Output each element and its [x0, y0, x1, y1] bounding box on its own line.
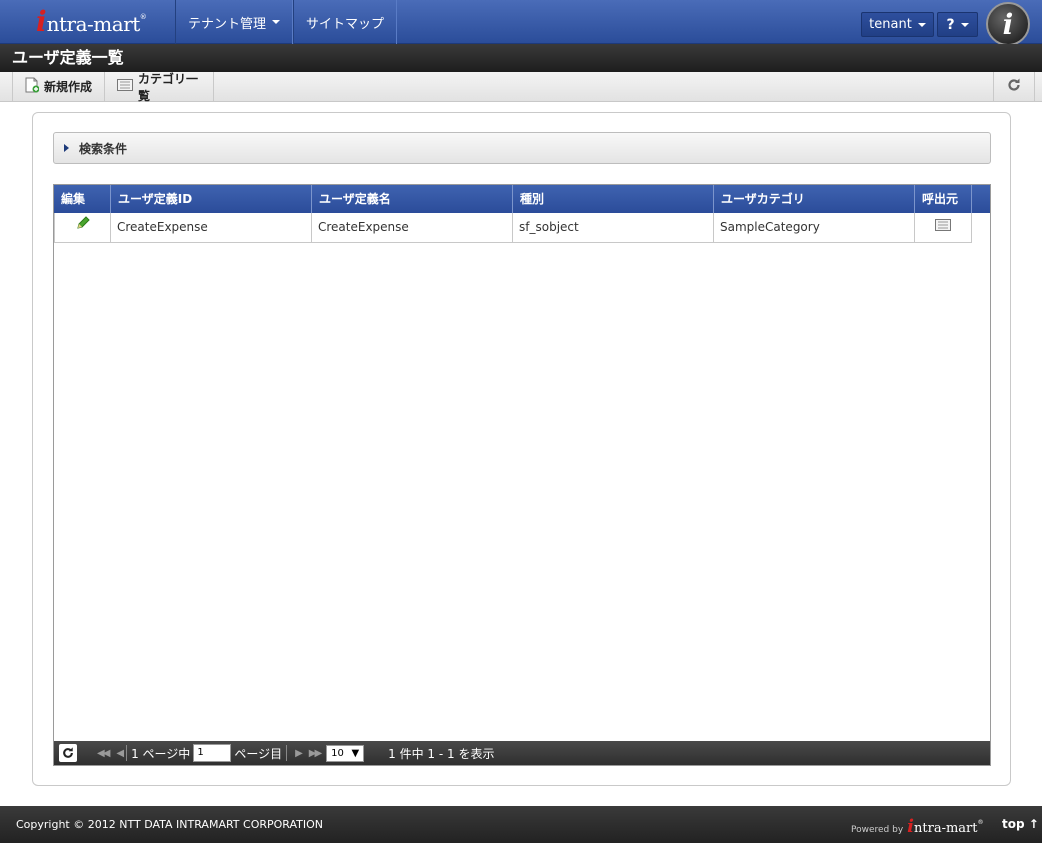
- help-label: ?: [946, 16, 955, 33]
- column-header-category[interactable]: ユーザカテゴリ: [714, 185, 915, 213]
- chevron-down-icon: [917, 22, 926, 27]
- column-header-name[interactable]: ユーザ定義名: [312, 185, 513, 213]
- user-avatar-icon[interactable]: i: [986, 2, 1030, 46]
- pencil-icon[interactable]: [75, 213, 91, 242]
- powered-by-logo: Powered by i ntra-mart ®: [851, 816, 984, 837]
- refresh-icon: [1007, 78, 1021, 95]
- grid-header: 編集 ユーザ定義ID ユーザ定義名 種別 ユーザカテゴリ 呼出元: [54, 185, 990, 213]
- tenant-menu-button[interactable]: tenant: [861, 12, 934, 37]
- cell-name: CreateExpense: [312, 213, 513, 242]
- back-to-top-link[interactable]: top ↑: [1002, 817, 1039, 831]
- help-menu-button[interactable]: ?: [937, 12, 978, 37]
- footer: Copyright © 2012 NTT DATA INTRAMART CORP…: [0, 806, 1042, 843]
- column-header-id[interactable]: ユーザ定義ID: [111, 185, 312, 213]
- table-row[interactable]: CreateExpense CreateExpense sf_sobject S…: [54, 213, 972, 243]
- caller-cell[interactable]: [915, 213, 972, 242]
- column-header-type[interactable]: 種別: [513, 185, 714, 213]
- new-button-label: 新規作成: [44, 80, 93, 94]
- intra-mart-logo[interactable]: i ntra-mart ®: [36, 7, 147, 37]
- edit-cell[interactable]: [54, 213, 111, 242]
- nav-tenant-admin[interactable]: テナント管理: [175, 0, 294, 44]
- logo-text: ntra-mart: [46, 12, 141, 36]
- pager-refresh-button[interactable]: [59, 744, 77, 762]
- page-prefix: 1 ページ中: [131, 746, 191, 761]
- list-icon[interactable]: [935, 213, 951, 242]
- record-count: 1 件中 1 - 1 を表示: [388, 746, 495, 761]
- grid-pager: ◀◀ ◀ 1 ページ中 1 ページ目 ▶ ▶▶ 10 ▼ 1 件中 1 - 1 …: [54, 741, 990, 765]
- logo-i: i: [36, 5, 47, 38]
- top-header: i ntra-mart ® テナント管理 サイトマップ tenant ? i: [0, 0, 1042, 46]
- page-number-input[interactable]: 1: [193, 744, 232, 762]
- search-conditions-label: 検索条件: [79, 141, 128, 156]
- new-document-icon: [25, 77, 40, 96]
- global-nav: テナント管理 サイトマップ: [175, 0, 398, 44]
- pager-separator: [286, 745, 288, 761]
- cell-id: CreateExpense: [111, 213, 312, 242]
- pager-separator: [126, 745, 128, 761]
- last-page-icon[interactable]: ▶▶: [309, 748, 322, 759]
- first-page-icon[interactable]: ◀◀: [97, 748, 110, 759]
- user-definition-grid: 編集 ユーザ定義ID ユーザ定義名 種別 ユーザカテゴリ 呼出元 CreateE…: [53, 184, 991, 766]
- powered-by-label: Powered by: [851, 825, 904, 835]
- rows-per-page-value: 10: [331, 747, 344, 759]
- rows-per-page-select[interactable]: 10 ▼: [326, 744, 365, 762]
- cell-type: sf_sobject: [513, 213, 714, 242]
- cell-category: SampleCategory: [714, 213, 915, 242]
- refresh-button[interactable]: [993, 72, 1035, 101]
- page-title: ユーザ定義一覧: [12, 48, 124, 67]
- chevron-down-icon: [960, 22, 969, 27]
- footer-logo-text: ntra-mart: [914, 821, 978, 836]
- category-list-label: カテゴリ一覧: [138, 71, 199, 103]
- new-button[interactable]: 新規作成: [12, 72, 105, 101]
- logo-registered: ®: [139, 13, 147, 21]
- refresh-icon: [63, 747, 73, 758]
- user-avatar-letter: i: [1002, 7, 1014, 41]
- chevron-down-icon: [272, 20, 281, 24]
- dropdown-arrow-icon: ▼: [351, 747, 360, 759]
- nav-sitemap-label: サイトマップ: [306, 16, 385, 32]
- column-header-caller[interactable]: 呼出元: [915, 185, 972, 213]
- copyright-text: Copyright © 2012 NTT DATA INTRAMART CORP…: [16, 818, 324, 831]
- caret-right-icon: [64, 144, 69, 152]
- footer-logo-i: i: [907, 816, 915, 837]
- toolbar: 新規作成 カテゴリ一覧: [0, 71, 1042, 103]
- column-header-edit[interactable]: 編集: [54, 185, 111, 213]
- page-suffix: ページ目: [234, 746, 283, 761]
- page-title-bar: ユーザ定義一覧: [0, 44, 1042, 72]
- content-panel: 検索条件 編集 ユーザ定義ID ユーザ定義名 種別 ユーザカテゴリ 呼出元 Cr…: [32, 112, 1011, 786]
- nav-tenant-admin-label: テナント管理: [188, 16, 267, 32]
- nav-sitemap[interactable]: サイトマップ: [293, 0, 398, 44]
- prev-page-icon[interactable]: ◀: [116, 748, 124, 759]
- search-conditions-toggle[interactable]: 検索条件: [53, 132, 991, 164]
- next-page-icon[interactable]: ▶: [295, 748, 303, 759]
- list-icon: [117, 79, 133, 94]
- tenant-label: tenant: [869, 17, 912, 32]
- category-list-button[interactable]: カテゴリ一覧: [104, 71, 214, 103]
- footer-logo-registered: ®: [977, 819, 984, 826]
